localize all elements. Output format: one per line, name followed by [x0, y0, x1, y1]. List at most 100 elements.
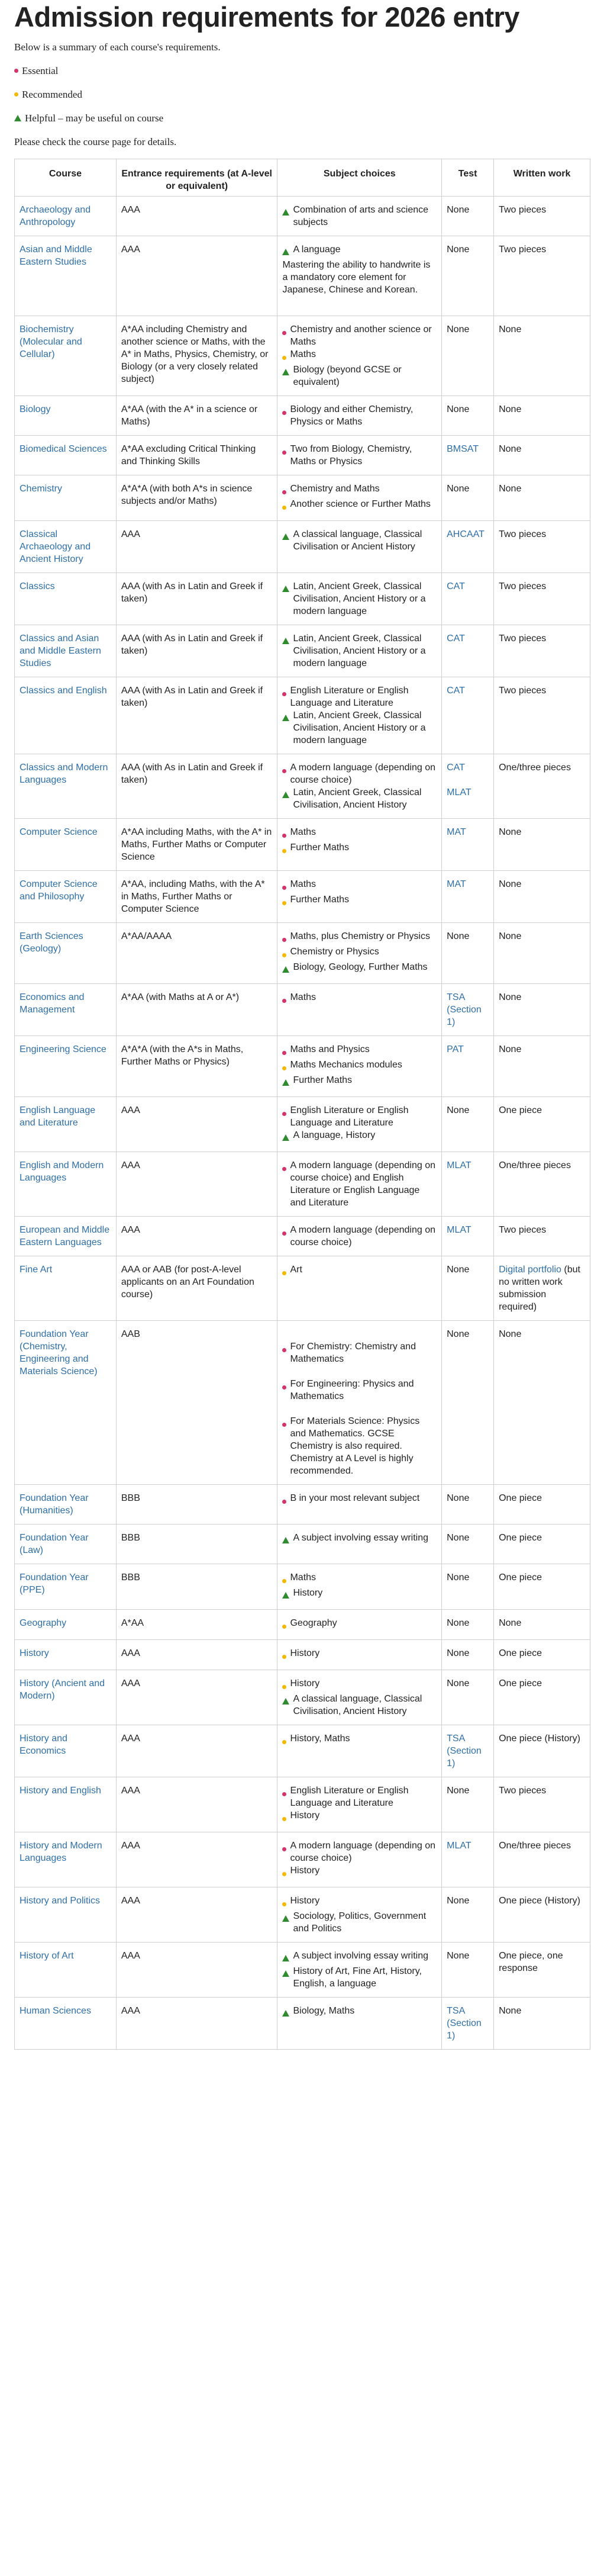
course-link[interactable]: Classics and English [20, 686, 107, 696]
test-link[interactable]: AHCAAT [447, 529, 485, 539]
test-link[interactable]: TSA (Section 1) [447, 992, 482, 1027]
subject-item: Further Maths [282, 1074, 437, 1089]
table-row: English Language and Literature AAA Englis… [14, 1096, 590, 1152]
subjects-cell: A modern language (depending on course c… [277, 1216, 443, 1256]
course-link[interactable]: Archaeology and Anthropology [20, 205, 91, 227]
course-link[interactable]: Geography [20, 1618, 66, 1628]
subject-text: Maths [290, 1572, 317, 1583]
course-link[interactable]: History [20, 1648, 49, 1658]
test-link[interactable]: PAT [447, 1044, 464, 1054]
test-cell: None [441, 475, 495, 521]
subject-text: Chemistry and Maths [290, 484, 380, 494]
course-cell: Foundation Year (Humanities) [14, 1484, 117, 1525]
test-link[interactable]: MLAT [447, 787, 471, 797]
test-text: None [447, 1572, 470, 1583]
course-link[interactable]: Computer Science [20, 827, 98, 837]
subject-text: History [290, 1678, 320, 1689]
course-link[interactable]: History and Modern Languages [20, 1841, 102, 1863]
course-link[interactable]: Classical Archaeology and Ancient Histor… [20, 529, 91, 564]
test-link[interactable]: MAT [447, 879, 466, 889]
recommended-dot-icon [282, 1680, 287, 1693]
test-cell: MLAT [441, 1832, 495, 1887]
subject-text: A subject involving essay writing [293, 1951, 429, 1961]
written-work-cell: One piece (History) [493, 1725, 590, 1777]
test-link[interactable]: CAT [447, 686, 465, 696]
test-link[interactable]: MAT [447, 827, 466, 837]
test-link[interactable]: BMSAT [447, 444, 479, 454]
course-link[interactable]: History (Ancient and Modern) [20, 1678, 105, 1701]
header-written-work: Written work [493, 159, 590, 197]
table-row: Earth Sciences (Geology) A*AA/AAAA Maths, … [14, 922, 590, 984]
entrance-cell: AAA [115, 236, 278, 316]
course-link[interactable]: Biochemistry (Molecular and Cellular) [20, 324, 82, 359]
course-link[interactable]: Earth Sciences (Geology) [20, 931, 83, 954]
course-link[interactable]: English Language and Literature [20, 1105, 95, 1128]
entrance-cell: A*A*A (with both A*s in science subjects… [115, 475, 278, 521]
test-link[interactable]: CAT [447, 633, 465, 644]
written-work-cell: One/three pieces [493, 1832, 590, 1887]
test-link[interactable]: MLAT [447, 1160, 471, 1170]
course-link[interactable]: Computer Science and Philosophy [20, 879, 98, 902]
course-link[interactable]: European and Middle Eastern Languages [20, 1225, 109, 1247]
course-link[interactable]: Engineering Science [20, 1044, 106, 1054]
written-work-cell: One piece [493, 1484, 590, 1525]
entrance-cell: A*AA (with Maths at A or A*) [115, 983, 278, 1036]
subject-text: A modern language (depending on course c… [290, 1160, 435, 1208]
course-link[interactable]: Classics and Modern Languages [20, 763, 108, 785]
course-link[interactable]: Human Sciences [20, 2006, 91, 2016]
entrance-cell: AAA [115, 1777, 278, 1832]
subject-item: Maths, plus Chemistry or Physics [282, 930, 437, 946]
requirements-table: Course Entrance requirements (at A-level… [14, 159, 590, 2050]
test-link[interactable]: CAT [447, 581, 465, 591]
subject-item: A language [282, 243, 437, 259]
course-link[interactable]: History and English [20, 1786, 101, 1796]
recommended-dot-icon [282, 1650, 287, 1662]
test-text: None [447, 1329, 470, 1339]
course-link[interactable]: Biomedical Sciences [20, 444, 107, 454]
subject-text: History [290, 1866, 320, 1876]
written-work-text: None [499, 931, 522, 941]
course-cell: Classics and English [14, 677, 117, 754]
written-work-link[interactable]: Digital portfolio [499, 1265, 561, 1275]
subject-text: Chemistry or Physics [290, 947, 379, 957]
written-work-text: One piece (History) [499, 1734, 580, 1744]
subject-text: For Engineering: Physics and Mathematics [290, 1379, 414, 1401]
course-link[interactable]: Biology [20, 404, 50, 414]
course-link[interactable]: Economics and Management [20, 992, 84, 1015]
course-link[interactable]: Foundation Year (PPE) [20, 1572, 89, 1595]
test-link[interactable]: CAT [447, 763, 465, 773]
course-link[interactable]: English and Modern Languages [20, 1160, 104, 1183]
course-link[interactable]: History and Economics [20, 1734, 67, 1756]
written-work-cell: Two pieces [493, 1777, 590, 1832]
course-cell: Biochemistry (Molecular and Cellular) [14, 316, 117, 396]
test-link[interactable]: MLAT [447, 1841, 471, 1851]
entrance-cell: AAA (with As in Latin and Greek if taken… [115, 625, 278, 677]
table-body: Archaeology and Anthropology AAA Combinati… [14, 196, 590, 2050]
subject-item: Another science or Further Maths [282, 498, 437, 513]
course-link[interactable]: Classics and Asian and Middle Eastern St… [20, 633, 101, 668]
test-link[interactable]: TSA (Section 1) [447, 2006, 482, 2041]
course-link[interactable]: History of Art [20, 1951, 74, 1961]
written-work-text: One piece [499, 1648, 542, 1658]
entrance-cell: AAA [115, 1942, 278, 1998]
subjects-cell: A subject involving essay writing History… [277, 1942, 443, 1998]
course-link[interactable]: Foundation Year (Law) [20, 1533, 89, 1555]
course-link[interactable]: Chemistry [20, 484, 62, 494]
course-link[interactable]: Asian and Middle Eastern Studies [20, 245, 92, 267]
test-cell: None [441, 1524, 495, 1564]
recommended-dot-icon [282, 948, 287, 961]
subject-text: A classical language, Classical Civilisa… [293, 1694, 422, 1716]
course-link[interactable]: History and Politics [20, 1896, 100, 1906]
course-link[interactable]: Foundation Year (Chemistry, Engineering … [20, 1329, 98, 1377]
subjects-cell: Chemistry and Maths Another science or Fu… [277, 475, 443, 521]
course-link[interactable]: Classics [20, 581, 55, 591]
test-link[interactable]: MLAT [447, 1225, 471, 1235]
written-work-text: One piece (History) [499, 1896, 580, 1906]
course-link[interactable]: Fine Art [20, 1265, 52, 1275]
course-link[interactable]: Foundation Year (Humanities) [20, 1493, 89, 1516]
subject-text: History of Art, Fine Art, History, Engli… [293, 1966, 422, 1989]
subjects-cell: Maths History [277, 1564, 443, 1610]
test-link[interactable]: TSA (Section 1) [447, 1734, 482, 1768]
test-text: None [447, 404, 470, 414]
